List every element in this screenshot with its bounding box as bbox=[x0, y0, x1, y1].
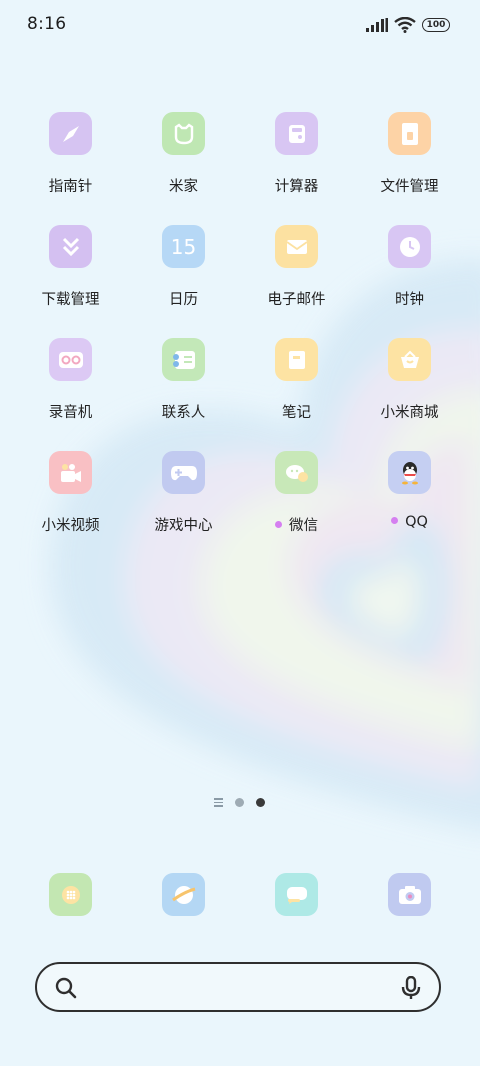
status-icons: 100 bbox=[366, 15, 450, 35]
gamepad-icon[interactable] bbox=[162, 451, 205, 494]
wifi-icon bbox=[394, 17, 416, 33]
app-label: 游戏中心 bbox=[154, 518, 213, 534]
notification-dot bbox=[391, 517, 399, 524]
app-label: 小米商城 bbox=[380, 405, 439, 421]
page-indicator bbox=[0, 795, 480, 811]
download-icon[interactable] bbox=[49, 225, 92, 268]
page-dot-2-active[interactable] bbox=[256, 798, 265, 807]
app-label: 文件管理 bbox=[380, 179, 439, 195]
recorder-icon[interactable] bbox=[49, 338, 92, 381]
clock-icon[interactable] bbox=[388, 225, 431, 268]
app-label: 指南针 bbox=[48, 179, 93, 195]
app-label: 笔记 bbox=[282, 405, 311, 421]
page-dot-1[interactable] bbox=[235, 798, 244, 807]
notification-dot bbox=[275, 521, 282, 528]
app-label: 计算器 bbox=[274, 179, 319, 195]
app-label: 联系人 bbox=[161, 405, 206, 421]
app-label: 电子邮件 bbox=[267, 292, 326, 308]
app-label: 米家 bbox=[169, 179, 198, 195]
file-manager-icon[interactable] bbox=[388, 112, 431, 155]
browser-icon[interactable] bbox=[162, 873, 205, 916]
page-indicator-menu-icon[interactable] bbox=[214, 798, 223, 809]
signal-icon bbox=[366, 18, 388, 32]
calendar-date: 15 bbox=[170, 234, 197, 259]
app-label: 录音机 bbox=[48, 405, 93, 421]
search-bar[interactable] bbox=[35, 962, 441, 1012]
app-label-text: QQ bbox=[405, 514, 428, 530]
app-label: 小米视频 bbox=[41, 518, 100, 534]
camera-icon[interactable] bbox=[388, 873, 431, 916]
calendar-icon[interactable]: 15 bbox=[162, 225, 205, 268]
video-icon[interactable] bbox=[49, 451, 92, 494]
status-time: 8:16 bbox=[27, 14, 67, 34]
search-icon[interactable] bbox=[55, 977, 77, 999]
mijia-icon[interactable] bbox=[162, 112, 205, 155]
app-label: 时钟 bbox=[395, 292, 424, 308]
shop-icon[interactable] bbox=[388, 338, 431, 381]
messages-icon[interactable] bbox=[275, 873, 318, 916]
app-label: QQ bbox=[353, 514, 466, 530]
notes-icon[interactable] bbox=[275, 338, 318, 381]
app-label-text: 微信 bbox=[289, 518, 318, 534]
phone-icon[interactable] bbox=[49, 873, 92, 916]
battery-indicator: 100 bbox=[422, 18, 450, 32]
dock bbox=[14, 873, 466, 918]
status-bar: 8:16 100 bbox=[0, 0, 480, 50]
contacts-icon[interactable] bbox=[162, 338, 205, 381]
email-icon[interactable] bbox=[275, 225, 318, 268]
app-label: 日历 bbox=[169, 292, 198, 308]
wechat-icon[interactable] bbox=[275, 451, 318, 494]
app-label: 下载管理 bbox=[41, 292, 100, 308]
compass-icon[interactable] bbox=[49, 112, 92, 155]
app-label: 微信 bbox=[240, 514, 353, 535]
calculator-icon[interactable] bbox=[275, 112, 318, 155]
qq-icon[interactable] bbox=[388, 451, 431, 494]
microphone-icon[interactable] bbox=[401, 976, 421, 1000]
